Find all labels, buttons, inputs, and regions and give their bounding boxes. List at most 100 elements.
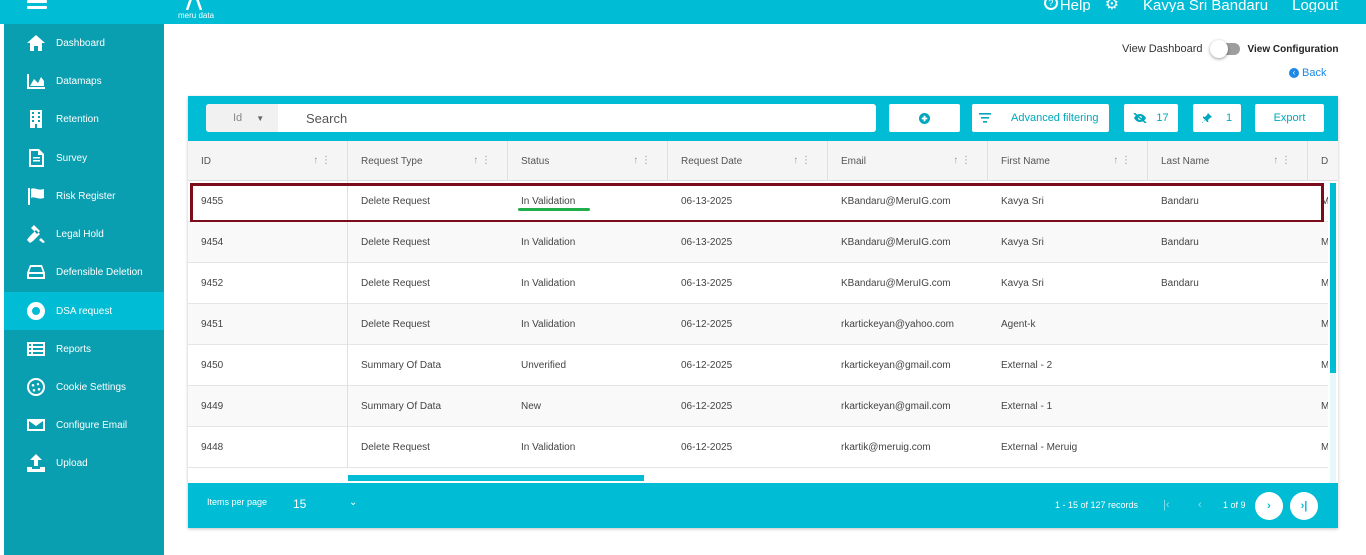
table-row[interactable]: 9455 Delete Request In Validation 06-13-… [188,181,1328,223]
cell-d: M [1321,442,1328,453]
hidden-columns-button[interactable]: 17 [1124,104,1178,132]
previous-page-icon[interactable]: ‹ [1198,499,1202,511]
cell-request-type: Summary Of Data [361,360,442,371]
search-field-value: Id [233,112,243,124]
column-header-last-name[interactable]: Last Name ↑ ⋮ [1148,141,1308,181]
column-header-status[interactable]: Status ↑ ⋮ [508,141,668,181]
cell-request-type: Delete Request [361,237,430,248]
column-header-first-name[interactable]: First Name ↑ ⋮ [988,141,1148,181]
cell-id: 9452 [188,263,348,304]
back-link[interactable]: ‹ Back [1289,67,1326,79]
sidebar-item-configure-email[interactable]: Configure Email [4,406,164,444]
table-row[interactable]: 9449 Summary Of Data New 06-12-2025 rkar… [188,386,1328,427]
requests-grid: Id ▼ Advanced filtering 17 1 Expor [188,96,1338,528]
user-name[interactable]: Kavya Sri Bandaru [1143,0,1268,12]
first-page-icon[interactable]: |‹ [1163,499,1170,511]
next-page-button[interactable]: › [1255,492,1283,520]
sort-menu-icon[interactable]: ↑ ⋮ [1273,155,1291,166]
sort-menu-icon[interactable]: ↑ ⋮ [633,155,651,166]
last-page-button[interactable]: ›| [1290,492,1318,520]
sort-menu-icon[interactable]: ↑ ⋮ [313,155,331,166]
eye-slash-icon [1133,113,1147,123]
logo-mark-icon [185,0,203,10]
items-per-page-select[interactable]: 15 [293,497,306,511]
sidebar-item-survey[interactable]: Survey [4,139,164,177]
top-bar: meru data ? Help ⚙ Kavya Sri Bandaru Log… [0,0,1366,24]
filter-lines-icon [979,113,991,123]
column-header-id[interactable]: ID ↑ ⋮ [188,141,348,181]
column-header-request-type[interactable]: Request Type ↑ ⋮ [348,141,508,181]
sidebar-item-retention[interactable]: Retention [4,100,164,138]
question-circle-icon: ? [1043,0,1058,10]
table-row[interactable]: 9452 Delete Request In Validation 06-13-… [188,263,1328,304]
cell-first-name: External - Meruig [1001,442,1078,453]
cell-status: In Validation [521,237,576,248]
search-field-select[interactable]: Id ▼ [206,104,278,132]
sort-menu-icon[interactable]: ↑ ⋮ [1113,155,1131,166]
help-label: Help [1059,0,1091,12]
view-dashboard-label: View Dashboard [1122,43,1203,55]
table-row[interactable]: 9451 Delete Request In Validation 06-12-… [188,304,1328,345]
sidebar-item-label: Reports [56,343,92,355]
cell-email: rkartik@meruig.com [841,442,931,453]
cell-first-name: External - 2 [1001,360,1053,371]
vertical-scrollbar[interactable] [1330,183,1336,483]
cell-id: 9455 [188,181,348,222]
cell-id: 9450 [188,345,348,386]
cell-request-date: 06-12-2025 [681,319,733,330]
cell-d: M [1321,360,1328,371]
cookie-icon [25,376,47,398]
cell-request-type: Summary Of Data [361,401,442,412]
sidebar-item-label: Configure Email [56,419,128,431]
logout-link[interactable]: Logout [1292,0,1338,12]
column-header-label: Email [841,155,867,167]
sort-menu-icon[interactable]: ↑ ⋮ [793,155,811,166]
table-row[interactable]: 9448 Delete Request In Validation 06-12-… [188,427,1328,468]
sidebar-item-defensible-deletion[interactable]: Defensible Deletion [4,253,164,291]
sidebar-item-dashboard[interactable]: Dashboard [4,24,164,62]
top-right-actions: ? Help ⚙ Kavya Sri Bandaru Logout [1043,0,1338,12]
sidebar-item-risk-register[interactable]: Risk Register [4,177,164,215]
pagination-bar: Items per page 15 ⌄ 1 - 15 of 127 record… [188,483,1338,528]
sidebar-item-label: DSA request [56,305,113,317]
column-header-email[interactable]: Email ↑ ⋮ [828,141,988,181]
sidebar-item-dsa-request[interactable]: DSA request [4,292,164,330]
sidebar-item-upload[interactable]: Upload [4,444,164,482]
cell-id: 9449 [188,386,348,427]
table-row[interactable]: 9454 Delete Request In Validation 06-13-… [188,222,1328,263]
search-input[interactable] [306,110,846,126]
vertical-scrollbar-thumb[interactable] [1330,183,1336,373]
cell-status: New [521,401,542,412]
horizontal-scrollbar-thumb[interactable] [348,475,644,481]
switch-knob [1209,40,1228,58]
cell-d: M [1321,319,1328,330]
table-row[interactable]: 9450 Summary Of Data Unverified 06-12-20… [188,345,1328,386]
sort-menu-icon[interactable]: ↑ ⋮ [953,155,971,166]
cell-email: rkartickeyan@gmail.com [841,401,951,412]
cell-request-type: Delete Request [361,319,430,330]
cell-first-name: Agent-k [1001,319,1036,330]
view-toggle-switch[interactable] [1209,40,1240,58]
sidebar-item-cookie-settings[interactable]: Cookie Settings [4,368,164,406]
sidebar-item-label: Defensible Deletion [56,266,143,278]
view-configuration-label: View Configuration [1247,43,1339,55]
hamburger-menu-icon[interactable] [27,0,47,12]
chevron-down-icon[interactable]: ⌄ [349,497,357,508]
column-header-d[interactable]: D [1308,141,1338,181]
export-button[interactable]: Export [1255,104,1324,132]
pinned-columns-button[interactable]: 1 [1193,104,1241,132]
sort-menu-icon[interactable]: ↑ ⋮ [473,155,491,166]
sidebar-item-reports[interactable]: Reports [4,330,164,368]
cell-last-name [1148,304,1308,345]
add-request-button[interactable] [889,104,960,132]
column-header-request-date[interactable]: Request Date ↑ ⋮ [668,141,828,181]
help-link[interactable]: ? Help [1043,0,1091,12]
sidebar-item-label: Dashboard [56,37,105,49]
advanced-filtering-button[interactable]: Advanced filtering [972,104,1109,132]
sidebar-item-datamaps[interactable]: Datamaps [4,62,164,100]
sidebar-item-legal-hold[interactable]: Legal Hold [4,215,164,253]
sidebar: Dashboard Datamaps Retention Survey Risk… [4,24,164,555]
column-header-label: First Name [1001,155,1050,167]
grid-header: ID ↑ ⋮ Request Type ↑ ⋮ Status ↑ ⋮ Request … [188,141,1338,181]
gear-icon[interactable]: ⚙ [1105,0,1119,12]
